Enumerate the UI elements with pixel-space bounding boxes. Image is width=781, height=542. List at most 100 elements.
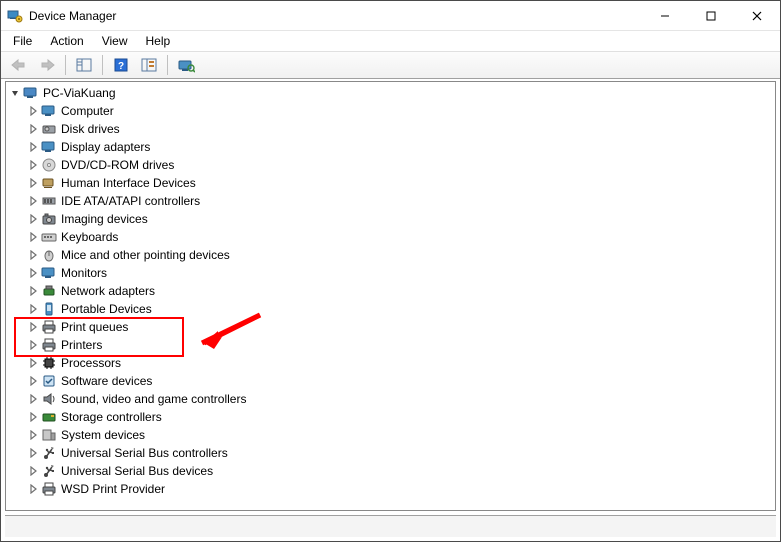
category-row[interactable]: Monitors <box>26 264 775 282</box>
root-node[interactable]: PC-ViaKuang Computer Disk drives Display… <box>8 84 775 498</box>
category-label: Computer <box>61 104 114 118</box>
main-panel: PC-ViaKuang Computer Disk drives Display… <box>1 79 780 541</box>
device-tree[interactable]: PC-ViaKuang Computer Disk drives Display… <box>5 81 776 511</box>
category-mice[interactable]: Mice and other pointing devices <box>26 246 775 264</box>
category-usb-ctrl[interactable]: Universal Serial Bus controllers <box>26 444 775 462</box>
expand-toggle[interactable] <box>26 230 40 244</box>
category-software[interactable]: Software devices <box>26 372 775 390</box>
category-dvd[interactable]: DVD/CD-ROM drives <box>26 156 775 174</box>
category-display[interactable]: Display adapters <box>26 138 775 156</box>
category-printers[interactable]: Printers <box>26 336 775 354</box>
category-row[interactable]: Software devices <box>26 372 775 390</box>
category-portable[interactable]: Portable Devices <box>26 300 775 318</box>
portable-icon <box>41 301 57 317</box>
expand-toggle[interactable] <box>26 320 40 334</box>
toolbar-back-button[interactable] <box>7 53 31 77</box>
expand-toggle[interactable] <box>26 410 40 424</box>
close-button[interactable] <box>734 1 780 31</box>
expand-toggle[interactable] <box>26 122 40 136</box>
category-row[interactable]: Portable Devices <box>26 300 775 318</box>
expand-toggle[interactable] <box>8 86 22 100</box>
category-row[interactable]: Universal Serial Bus controllers <box>26 444 775 462</box>
category-row[interactable]: Keyboards <box>26 228 775 246</box>
expand-toggle[interactable] <box>26 176 40 190</box>
category-imaging[interactable]: Imaging devices <box>26 210 775 228</box>
toolbar-forward-button[interactable] <box>35 53 59 77</box>
expand-toggle[interactable] <box>26 338 40 352</box>
expand-toggle[interactable] <box>26 212 40 226</box>
category-row[interactable]: IDE ATA/ATAPI controllers <box>26 192 775 210</box>
toolbar-properties-button[interactable] <box>137 53 161 77</box>
category-disk-drives[interactable]: Disk drives <box>26 120 775 138</box>
network-icon <box>41 283 57 299</box>
expand-toggle[interactable] <box>26 302 40 316</box>
menu-action[interactable]: Action <box>42 33 91 49</box>
expand-toggle[interactable] <box>26 248 40 262</box>
expand-toggle[interactable] <box>26 392 40 406</box>
category-label: Imaging devices <box>61 212 148 226</box>
category-ide[interactable]: IDE ATA/ATAPI controllers <box>26 192 775 210</box>
category-computer[interactable]: Computer <box>26 102 775 120</box>
category-print-queues[interactable]: Print queues <box>26 318 775 336</box>
category-row[interactable]: Computer <box>26 102 775 120</box>
category-keyboards[interactable]: Keyboards <box>26 228 775 246</box>
category-row[interactable]: Processors <box>26 354 775 372</box>
expand-toggle[interactable] <box>26 194 40 208</box>
app-icon <box>7 8 23 24</box>
category-monitors[interactable]: Monitors <box>26 264 775 282</box>
category-row[interactable]: Disk drives <box>26 120 775 138</box>
toolbar: ? <box>1 51 780 79</box>
maximize-button[interactable] <box>688 1 734 31</box>
expand-toggle[interactable] <box>26 158 40 172</box>
category-row[interactable]: DVD/CD-ROM drives <box>26 156 775 174</box>
expand-toggle[interactable] <box>26 356 40 370</box>
keyboard-icon <box>41 229 57 245</box>
category-usb-dev[interactable]: Universal Serial Bus devices <box>26 462 775 480</box>
root-row[interactable]: PC-ViaKuang <box>8 84 775 102</box>
expand-toggle[interactable] <box>26 104 40 118</box>
category-network[interactable]: Network adapters <box>26 282 775 300</box>
toolbar-show-hide-tree-button[interactable] <box>72 53 96 77</box>
menu-view[interactable]: View <box>94 33 136 49</box>
category-label: Monitors <box>61 266 107 280</box>
toolbar-scan-hardware-button[interactable] <box>174 53 198 77</box>
category-row[interactable]: Universal Serial Bus devices <box>26 462 775 480</box>
category-sound[interactable]: Sound, video and game controllers <box>26 390 775 408</box>
expand-toggle[interactable] <box>26 446 40 460</box>
category-row[interactable]: Human Interface Devices <box>26 174 775 192</box>
usb-icon <box>41 445 57 461</box>
minimize-button[interactable] <box>642 1 688 31</box>
mouse-icon <box>41 247 57 263</box>
category-label: Universal Serial Bus devices <box>61 464 213 478</box>
expand-toggle[interactable] <box>26 266 40 280</box>
expand-toggle[interactable] <box>26 374 40 388</box>
menu-file[interactable]: File <box>5 33 40 49</box>
category-label: Disk drives <box>61 122 120 136</box>
category-row[interactable]: System devices <box>26 426 775 444</box>
category-row[interactable]: Mice and other pointing devices <box>26 246 775 264</box>
category-row[interactable]: Imaging devices <box>26 210 775 228</box>
category-row[interactable]: Network adapters <box>26 282 775 300</box>
category-label: Storage controllers <box>61 410 162 424</box>
expand-toggle[interactable] <box>26 464 40 478</box>
category-wsd[interactable]: WSD Print Provider <box>26 480 775 498</box>
expand-toggle[interactable] <box>26 140 40 154</box>
category-row[interactable]: Display adapters <box>26 138 775 156</box>
category-hid[interactable]: Human Interface Devices <box>26 174 775 192</box>
category-row[interactable]: Print queues <box>26 318 775 336</box>
category-row[interactable]: Printers <box>26 336 775 354</box>
category-row[interactable]: Storage controllers <box>26 408 775 426</box>
toolbar-help-button[interactable]: ? <box>109 53 133 77</box>
expand-toggle[interactable] <box>26 284 40 298</box>
category-processors[interactable]: Processors <box>26 354 775 372</box>
window-title: Device Manager <box>29 9 642 23</box>
dvd-icon <box>41 157 57 173</box>
expand-toggle[interactable] <box>26 482 40 496</box>
category-row[interactable]: WSD Print Provider <box>26 480 775 498</box>
menu-help[interactable]: Help <box>138 33 179 49</box>
category-storage[interactable]: Storage controllers <box>26 408 775 426</box>
category-row[interactable]: Sound, video and game controllers <box>26 390 775 408</box>
expand-toggle[interactable] <box>26 428 40 442</box>
category-label: Human Interface Devices <box>61 176 196 190</box>
category-system[interactable]: System devices <box>26 426 775 444</box>
